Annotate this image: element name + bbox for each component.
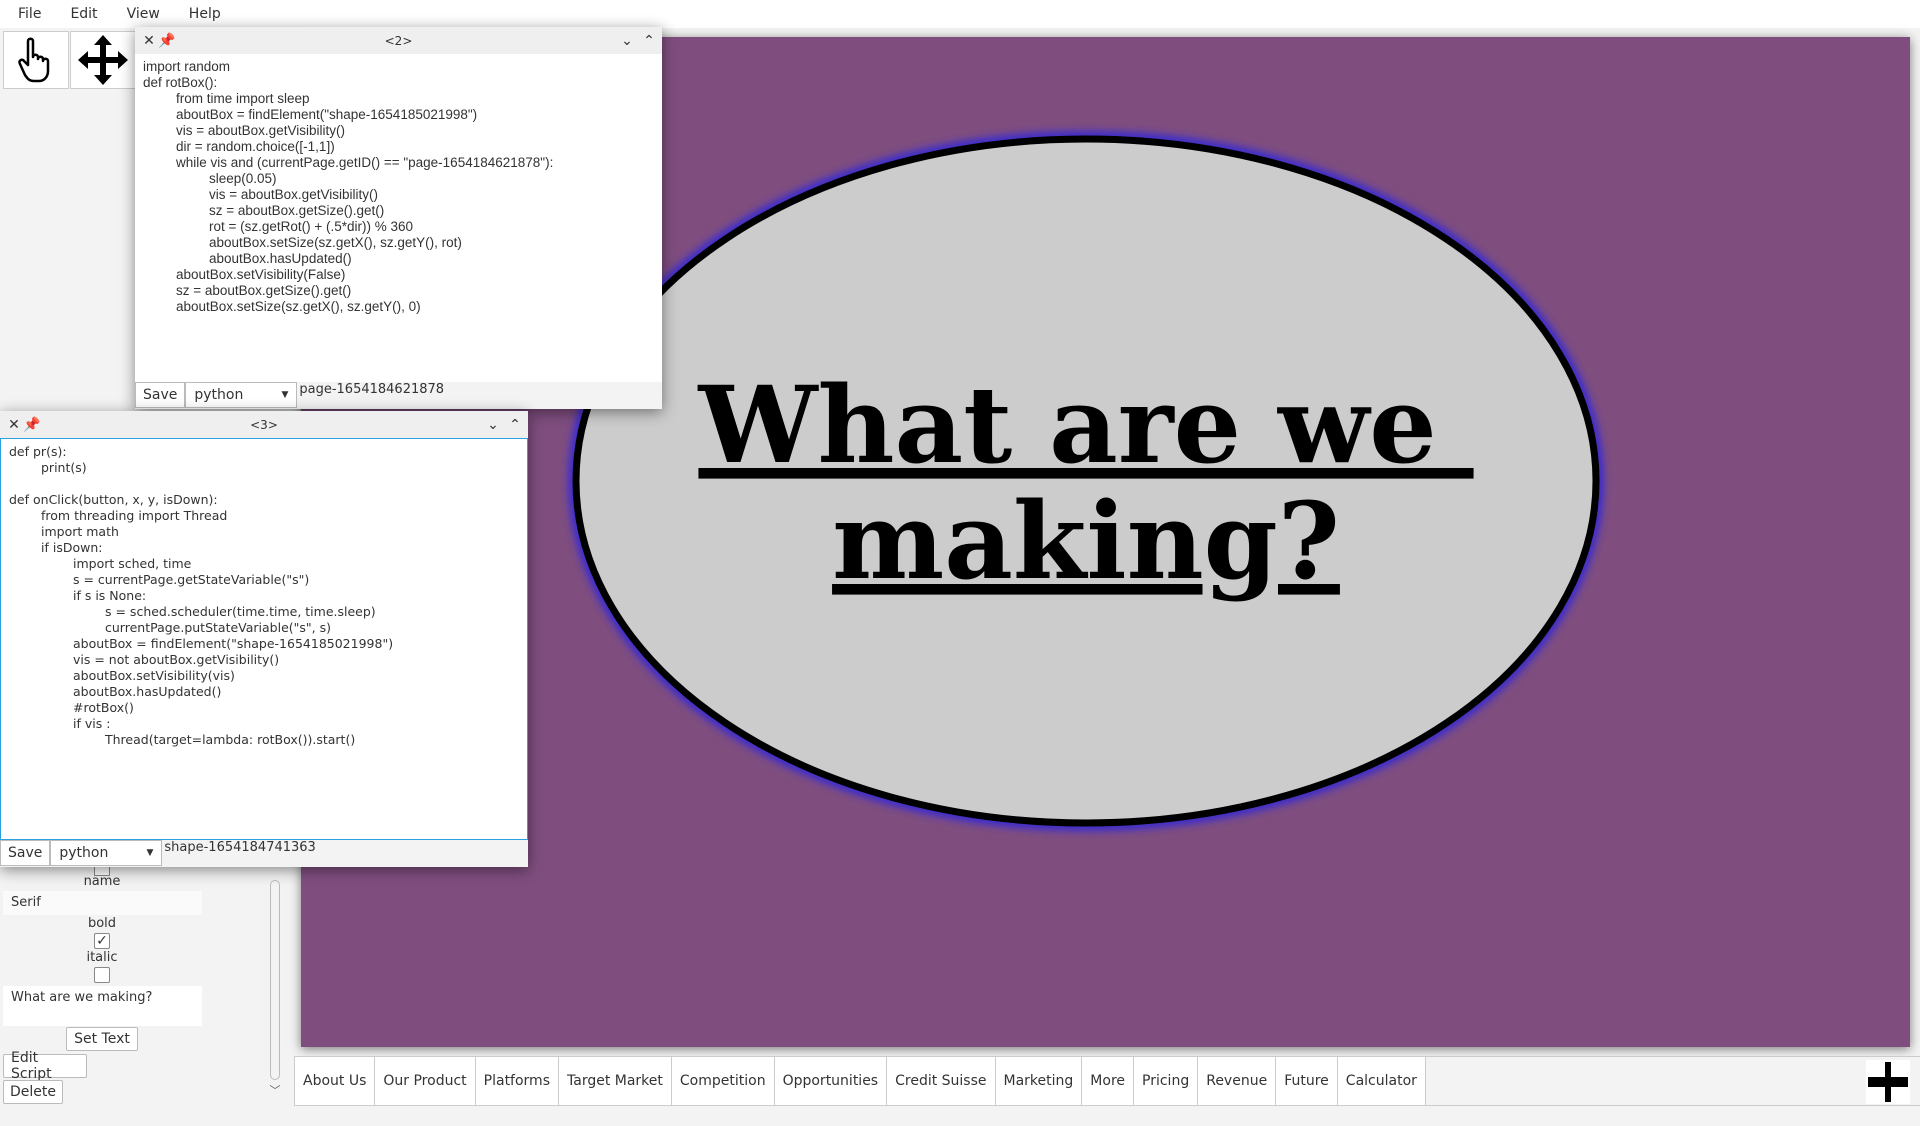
script-window-3: ✕ 📌 <3> ⌄ ⌃ def pr(s): print(s) def onCl… [0,411,528,867]
tab-calculator[interactable]: Calculator [1337,1057,1426,1105]
tab-marketing[interactable]: Marketing [995,1057,1083,1105]
edit-script-button[interactable]: Edit Script [3,1050,87,1082]
script-target-id: page-1654184621878 [299,382,445,397]
headline-line-2: making? [832,478,1340,603]
chevron-down-icon[interactable]: ⌄ [484,417,502,433]
menu-help[interactable]: Help [189,6,221,22]
chevron-down-icon[interactable]: ⌄ [618,33,636,49]
window-title: <3> [250,417,278,432]
pin-icon[interactable]: 📌 [158,33,176,49]
close-icon[interactable]: ✕ [5,417,23,433]
tab-our-product[interactable]: Our Product [375,1057,476,1105]
menu-edit[interactable]: Edit [70,6,97,22]
script-footer: Save python ▼ page-1654184621878 [135,382,662,409]
add-page-button[interactable] [1866,1060,1910,1104]
font-name-field[interactable]: Serif [3,891,202,915]
save-button[interactable]: Save [135,382,186,408]
window-title-bar[interactable]: ✕ 📌 <3> ⌄ ⌃ [0,411,528,438]
bold-label: bold [87,916,117,931]
set-text-button[interactable]: Set Text [66,1027,138,1051]
language-select[interactable]: python ▼ [50,840,163,866]
tab-more[interactable]: More [1082,1057,1135,1105]
chevron-down-icon[interactable]: ﹀ [268,1082,282,1098]
tab-revenue[interactable]: Revenue [1198,1057,1277,1105]
move-arrows-icon [78,35,128,85]
language-value: python [59,845,109,861]
tab-credit-suisse[interactable]: Credit Suisse [887,1057,996,1105]
select-tool-button[interactable] [3,31,69,89]
dropdown-arrow-icon: ▼ [281,390,289,400]
move-tool-button[interactable] [70,31,136,89]
chevron-up-icon[interactable]: ⌃ [640,33,658,49]
window-title: <2> [384,33,413,48]
text-value-field[interactable]: What are we making? [3,986,202,1026]
script-footer: Save python ▼ shape-1654184741363 [0,840,528,867]
script-window-2: ✕ 📌 <2> ⌄ ⌃ import random def rotBox(): … [135,27,662,409]
tab-future[interactable]: Future [1276,1057,1338,1105]
menu-bar: File Edit View Help [0,0,1920,28]
delete-button[interactable]: Delete [3,1080,63,1104]
hand-pointer-icon [18,37,50,83]
tab-pricing[interactable]: Pricing [1134,1057,1199,1105]
bold-checkbox[interactable]: ✓ [94,933,110,949]
window-title-bar[interactable]: ✕ 📌 <2> ⌄ ⌃ [135,27,662,54]
tab-opportunities[interactable]: Opportunities [774,1057,888,1105]
tab-platforms[interactable]: Platforms [475,1057,559,1105]
italic-label: italic [86,950,118,965]
plus-icon [1868,1062,1908,1102]
page-tab-bar: About Us Our Product Platforms Target Ma… [294,1056,1920,1106]
tab-about-us[interactable]: About Us [295,1057,376,1105]
dropdown-arrow-icon: ▼ [146,848,154,858]
script-target-id: shape-1654184741363 [164,840,316,855]
tab-target-market[interactable]: Target Market [559,1057,672,1105]
menu-view[interactable]: View [127,6,160,22]
language-value: python [194,387,244,403]
name-label: name [83,874,121,889]
close-icon[interactable]: ✕ [140,33,158,49]
code-editor[interactable]: def pr(s): print(s) def onClick(button, … [0,438,528,840]
save-button[interactable]: Save [0,840,51,866]
italic-checkbox[interactable] [94,967,110,983]
panel-scrollbar[interactable]: ﹀ [268,880,282,1105]
headline-line-1: What are we [697,362,1473,487]
code-editor[interactable]: import random def rotBox(): from time im… [135,54,662,382]
menu-file[interactable]: File [18,6,41,22]
pin-icon[interactable]: 📌 [23,417,41,433]
tab-competition[interactable]: Competition [671,1057,775,1105]
chevron-up-icon[interactable]: ⌃ [506,417,524,433]
language-select[interactable]: python ▼ [185,382,298,408]
